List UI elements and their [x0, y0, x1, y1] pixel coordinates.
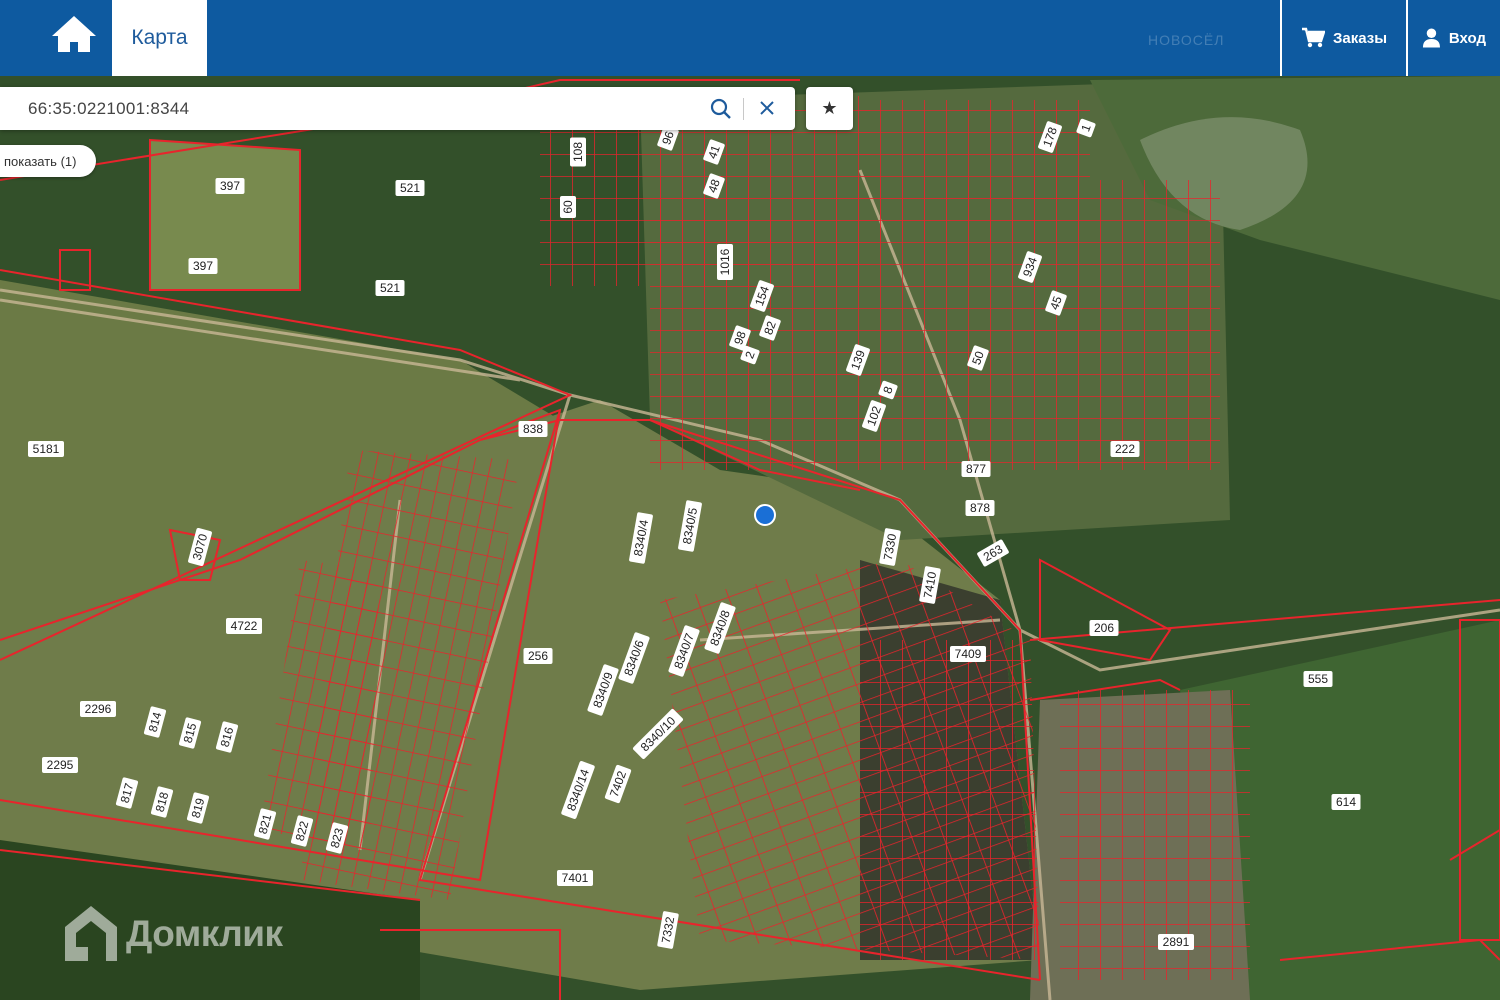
svg-text:397: 397 [193, 259, 213, 273]
parcel-label: 206 [1089, 620, 1119, 636]
svg-text:614: 614 [1336, 795, 1356, 809]
svg-text:2295: 2295 [47, 758, 74, 772]
parcel-label: 4722 [226, 618, 262, 634]
map-canvas[interactable]: 397 52139752110860964148178 11016154982821… [0, 0, 1500, 1000]
svg-text:1016: 1016 [718, 248, 732, 275]
search-icon[interactable] [709, 97, 733, 121]
svg-text:5181: 5181 [33, 442, 60, 456]
parcel-label: 877 [961, 461, 991, 477]
parcel-label: 2295 [42, 757, 78, 773]
svg-text:108: 108 [571, 142, 585, 162]
search-divider [743, 98, 744, 120]
top-navigation-bar: Карта НОВОСЁЛ Заказы Вход [0, 0, 1500, 76]
svg-text:2891: 2891 [1163, 935, 1190, 949]
svg-text:60: 60 [561, 200, 575, 214]
svg-text:7401: 7401 [562, 871, 589, 885]
parcel-label: 60 [560, 196, 576, 218]
parcel-label: 521 [395, 180, 425, 196]
parcel-label: 878 [965, 500, 995, 516]
parcel-label: 555 [1303, 671, 1333, 687]
svg-text:397: 397 [220, 179, 240, 193]
svg-text:838: 838 [523, 422, 543, 436]
parcel-label: 614 [1331, 794, 1361, 810]
brand-watermark: НОВОСЁЛ [1148, 32, 1225, 48]
login-button[interactable]: Вход [1406, 0, 1500, 76]
star-icon: ★ [821, 98, 838, 118]
parcel-label: 5181 [28, 441, 64, 457]
search-input[interactable] [26, 93, 690, 125]
parcel-label: 2296 [80, 701, 116, 717]
search-box [0, 87, 795, 130]
svg-text:2296: 2296 [85, 702, 112, 716]
tab-map[interactable]: Карта [112, 0, 207, 76]
favorite-button[interactable]: ★ [806, 87, 853, 130]
svg-text:222: 222 [1115, 442, 1135, 456]
parcel-label: 2891 [1158, 934, 1194, 950]
show-results-pill[interactable]: показать (1) [0, 145, 97, 177]
svg-text:878: 878 [970, 501, 990, 515]
svg-text:256: 256 [528, 649, 548, 663]
orders-label: Заказы [1332, 29, 1388, 47]
close-icon[interactable] [757, 98, 777, 118]
cart-icon [1301, 27, 1325, 48]
watermark-text: Домклик [126, 913, 283, 954]
svg-text:555: 555 [1308, 672, 1328, 686]
svg-text:521: 521 [400, 181, 420, 195]
parcel-label: 1016 [717, 244, 733, 280]
user-icon [1422, 28, 1440, 48]
parcel-label: 7401 [557, 870, 593, 886]
parcel-label: 7409 [950, 646, 986, 662]
parcel-label: 397 [188, 258, 218, 274]
parcel-label: 222 [1110, 441, 1140, 457]
parcel-label: 521 [375, 280, 405, 296]
svg-text:877: 877 [966, 462, 986, 476]
svg-text:7409: 7409 [955, 647, 982, 661]
svg-text:206: 206 [1094, 621, 1114, 635]
domclick-logo-icon [65, 906, 117, 961]
home-icon [52, 16, 96, 52]
home-button[interactable] [44, 12, 104, 60]
orders-button[interactable]: Заказы [1280, 0, 1406, 76]
svg-text:521: 521 [380, 281, 400, 295]
parcel-label: 838 [518, 421, 548, 437]
login-label: Вход [1448, 29, 1486, 47]
selected-parcel-marker[interactable] [754, 504, 776, 526]
parcel-label: 256 [523, 648, 553, 664]
svg-text:4722: 4722 [231, 619, 258, 633]
parcel-label: 397 [215, 178, 245, 194]
domclick-watermark: Домклик [62, 903, 283, 965]
parcel-label: 108 [570, 137, 586, 167]
